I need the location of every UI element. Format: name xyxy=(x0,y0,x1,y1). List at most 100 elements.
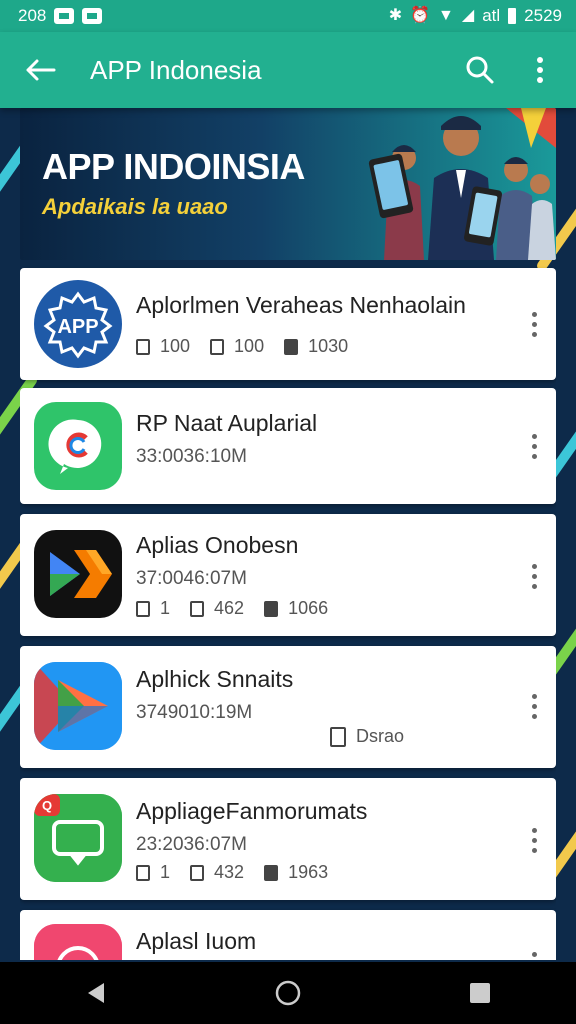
stat-item: 100 xyxy=(210,336,264,357)
stat-item: 432 xyxy=(190,862,244,883)
check-icon xyxy=(136,600,150,617)
app-meta: 37:0046:07M xyxy=(136,568,247,589)
stat-item: 462 xyxy=(190,598,244,619)
chat-bubble-icon xyxy=(48,419,102,474)
more-dot xyxy=(531,453,537,459)
more-dot xyxy=(531,443,537,449)
more-dot xyxy=(531,331,537,337)
app-extra-stat: Dsrao xyxy=(330,726,404,747)
document-icon xyxy=(330,726,346,747)
bluetooth-icon: ✱ xyxy=(388,7,403,24)
extra-value: Dsrao xyxy=(356,726,405,746)
device-icon xyxy=(190,864,205,881)
app-icon xyxy=(34,402,122,490)
more-vert-icon xyxy=(537,57,543,83)
more-vert-icon xyxy=(531,827,537,833)
device-icon xyxy=(190,600,205,617)
app-icon xyxy=(34,924,122,960)
app-name: Aplasl Iuom xyxy=(136,928,257,954)
status-bar: 208 ✱ ⏰ ▼ ◢ atl 2529 xyxy=(0,0,576,32)
signal-icon: ◢ xyxy=(461,7,475,24)
app-meta: 33:0036:10M xyxy=(136,446,247,467)
bag-icon xyxy=(264,600,279,617)
item-menu-button[interactable] xyxy=(522,556,546,596)
device-icon xyxy=(210,338,225,355)
stat-value: 432 xyxy=(214,862,245,882)
banner-title: APP INDOINSIA xyxy=(42,146,305,187)
app-icon: APP xyxy=(34,280,122,368)
gallery-notification-icon xyxy=(54,8,75,24)
app-stats: 1 432 1963 xyxy=(136,862,348,883)
badge-icon: APP xyxy=(43,291,113,359)
more-vert-icon xyxy=(531,951,537,957)
app-list: APP INDOINSIA Apdaikais la uaao APP Aplo… xyxy=(20,108,556,960)
stat-item: 1030 xyxy=(284,336,348,357)
app-name: Aplhick Snnaits xyxy=(136,666,294,692)
alarm-icon: ⏰ xyxy=(410,7,431,24)
nav-back-button[interactable] xyxy=(66,968,126,1018)
more-vert-icon xyxy=(531,563,537,569)
stat-value: 100 xyxy=(160,336,191,356)
more-dot xyxy=(531,321,537,327)
stat-value: 462 xyxy=(214,598,245,618)
item-menu-button[interactable] xyxy=(522,820,546,860)
more-dot xyxy=(531,583,537,589)
item-menu-button[interactable] xyxy=(522,944,546,960)
more-dot xyxy=(531,703,537,709)
app-name: Aplorlmen Verahеas Nenhaolain xyxy=(136,292,466,318)
stat-item: 1963 xyxy=(264,862,328,883)
app-list-item[interactable]: Q AppliageFanmorumats 23:2036:07M 1 432 … xyxy=(20,778,556,900)
more-dot xyxy=(531,847,537,853)
app-stats: 100 100 1030 xyxy=(136,336,368,357)
stat-value: 100 xyxy=(234,336,265,356)
install-icon xyxy=(136,864,150,881)
carrier-label: atl xyxy=(482,6,501,25)
app-icon-label: APP xyxy=(57,316,98,338)
page-title: APP Indonesia xyxy=(90,54,262,85)
item-menu-button[interactable] xyxy=(522,426,546,466)
app-name: RP Naat Auplarial xyxy=(136,410,318,436)
stat-item: 1 xyxy=(136,598,170,619)
promo-banner[interactable]: APP INDOINSIA Apdaikais la uaao xyxy=(20,108,556,260)
stat-value: 1963 xyxy=(288,862,329,882)
stat-item: 1 xyxy=(136,862,170,883)
app-icon xyxy=(34,530,122,618)
more-dot xyxy=(531,573,537,579)
overflow-menu-button[interactable] xyxy=(520,50,560,90)
search-icon xyxy=(466,56,494,84)
arrow-left-icon xyxy=(26,59,56,81)
stat-item: 1066 xyxy=(264,598,328,619)
app-stats: 1 462 1066 xyxy=(136,598,348,619)
item-menu-button[interactable] xyxy=(522,686,546,726)
more-vert-icon xyxy=(531,433,537,439)
app-icon: Q xyxy=(34,794,122,882)
app-list-item[interactable]: Aplias Onobesn 37:0046:07M 1 462 1066 xyxy=(20,514,556,636)
banner-subtitle: Apdaikais la uaao xyxy=(42,194,228,219)
app-badge-label: Q xyxy=(42,798,52,813)
app-meta: 23:2036:07M xyxy=(136,834,247,855)
music-icon xyxy=(34,924,122,960)
chat-screen-icon: Q xyxy=(34,794,122,882)
app-list-item[interactable]: RP Naat Auplarial 33:0036:10M xyxy=(20,388,556,504)
search-button[interactable] xyxy=(460,50,500,90)
stat-value: 1 xyxy=(160,598,171,618)
install-icon xyxy=(136,338,150,355)
circle-home-icon xyxy=(275,980,301,1006)
play-arrows-icon xyxy=(50,550,112,598)
app-name: AppliageFanmorumats xyxy=(136,798,368,824)
nav-home-button[interactable] xyxy=(258,968,318,1018)
app-meta: 3749010:19M xyxy=(136,702,253,723)
app-list-item[interactable]: Aplhick Snnaits 3749010:19M Dsrao xyxy=(20,646,556,768)
system-nav-bar xyxy=(0,962,576,1024)
bag-icon xyxy=(284,338,299,355)
item-menu-button[interactable] xyxy=(522,304,546,344)
app-list-item[interactable]: Aplasl Iuom xyxy=(20,910,556,960)
banner-people-illustration xyxy=(368,108,556,260)
app-bar: APP Indonesia xyxy=(0,32,576,108)
status-time: 208 xyxy=(18,6,47,25)
app-name: Aplias Onobesn xyxy=(136,532,299,558)
nav-recents-button[interactable] xyxy=(450,968,510,1018)
back-button[interactable] xyxy=(20,50,60,90)
app-list-item[interactable]: APP Aplorlmen Verahеas Nenhaolain 100 10… xyxy=(20,268,556,380)
photo-notification-icon xyxy=(82,8,103,24)
